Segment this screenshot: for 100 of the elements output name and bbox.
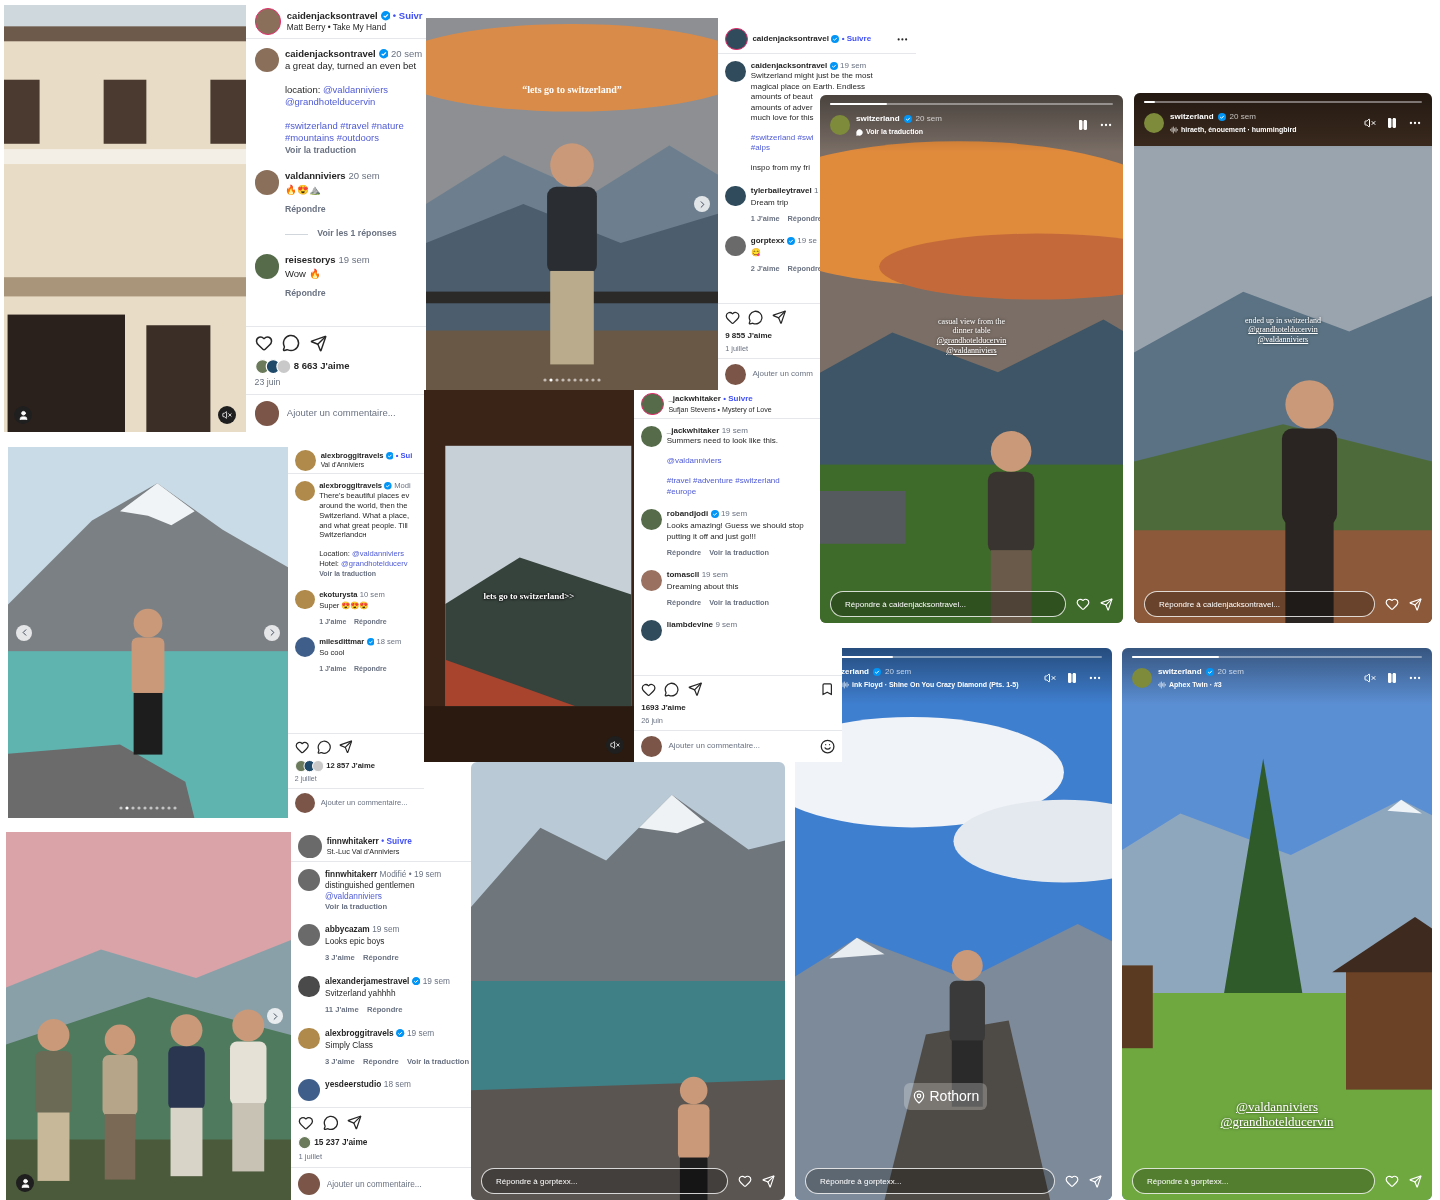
story-mention-link[interactable]: @valdanniviers <box>946 345 997 356</box>
avatar[interactable] <box>254 47 280 73</box>
follow-link[interactable]: • Suivre <box>723 394 753 405</box>
like-count[interactable]: 1693 J'aime <box>641 702 686 714</box>
translate-link[interactable]: Voir la traduction <box>284 144 357 156</box>
like-icon[interactable] <box>641 682 657 698</box>
avatar[interactable] <box>641 509 662 530</box>
caption-link[interactable]: @valdanniviers <box>666 456 722 467</box>
avatar[interactable] <box>298 1173 321 1195</box>
pause-icon[interactable] <box>1386 117 1398 130</box>
avatar[interactable] <box>254 170 280 195</box>
like-count[interactable]: 8 663 J'aime <box>293 360 350 373</box>
caption-username[interactable]: caidenjacksontravel <box>284 47 376 61</box>
mute-icon[interactable] <box>1044 672 1056 685</box>
avatar[interactable] <box>298 834 322 859</box>
comment-username[interactable]: tylerbaileytravel <box>750 185 812 197</box>
caption-link[interactable]: @valdanniviers <box>322 83 389 95</box>
like-count[interactable]: 15 237 J'aime <box>314 1137 368 1149</box>
caption-username[interactable]: caidenjacksontravel <box>750 61 828 72</box>
avatar[interactable] <box>298 975 321 998</box>
caption-link[interactable]: #switzerland #swi <box>750 132 814 144</box>
comment-action[interactable]: Répondre <box>284 287 326 300</box>
comment-icon[interactable] <box>748 310 764 326</box>
avatar[interactable] <box>254 254 280 279</box>
comment-username[interactable]: reisestorys <box>284 254 336 267</box>
avatar[interactable] <box>641 569 662 591</box>
comment-icon[interactable] <box>316 739 332 755</box>
post-username[interactable]: _jackwhitaker <box>668 394 721 405</box>
caption-link[interactable]: #travel #adventure #switzerland <box>666 476 780 487</box>
reply-field[interactable]: Répondre à gorptexx... <box>481 1168 728 1194</box>
avatar[interactable] <box>254 401 280 426</box>
share-icon[interactable] <box>309 334 327 352</box>
comment-field[interactable]: Ajouter un commentaire... <box>668 741 773 752</box>
like-icon[interactable] <box>1076 597 1090 611</box>
comment-username[interactable]: gorptexx <box>750 235 785 246</box>
avatar[interactable] <box>641 426 662 447</box>
story-mention-link[interactable]: @grandhotelducervin <box>1248 325 1318 335</box>
story-mention-link[interactable]: @valdanniviers <box>1257 334 1309 345</box>
like-icon[interactable] <box>738 1174 752 1188</box>
caption-link[interactable]: @valdanniviers <box>325 890 382 902</box>
caption-username[interactable]: _jackwhitaker <box>666 426 720 437</box>
bookmark-icon[interactable] <box>820 682 835 697</box>
avatar[interactable] <box>294 637 315 657</box>
location-sticker[interactable]: Rothorn <box>903 1083 988 1110</box>
like-icon[interactable] <box>254 334 273 353</box>
like-icon[interactable] <box>294 739 310 755</box>
comment-username[interactable]: yesdeerstudio <box>325 1079 382 1091</box>
comment-field[interactable]: Ajouter un commentaire... <box>326 1178 435 1190</box>
comment-field[interactable]: Ajouter un comm <box>752 369 817 380</box>
share-icon[interactable] <box>346 1115 362 1130</box>
avatar[interactable] <box>641 619 662 641</box>
comment-icon[interactable] <box>282 334 301 353</box>
pause-icon[interactable] <box>1066 672 1078 685</box>
avatar[interactable] <box>298 869 321 891</box>
caption-link[interactable]: #europe <box>666 486 697 498</box>
comment-username[interactable]: valdanniviers <box>284 170 346 183</box>
story-username[interactable]: zerland <box>841 666 869 678</box>
avatar[interactable] <box>298 924 321 946</box>
story-username[interactable]: switzerland <box>1158 666 1202 678</box>
comment-icon[interactable] <box>664 682 680 698</box>
story-mention-link[interactable]: @grandhotelducervin <box>936 335 1007 346</box>
avatar[interactable] <box>641 392 664 416</box>
share-icon[interactable] <box>771 310 786 325</box>
follow-link[interactable]: • Suivre <box>381 836 412 848</box>
comment-username[interactable]: abbycazam <box>325 924 370 935</box>
avatar[interactable] <box>725 364 746 385</box>
avatar[interactable] <box>725 27 748 51</box>
like-icon[interactable] <box>725 310 741 326</box>
caption-link[interactable]: @grandhotelducervin <box>284 96 376 109</box>
avatar[interactable] <box>254 8 282 35</box>
share-icon[interactable] <box>338 740 353 754</box>
emoji-icon[interactable] <box>819 738 835 755</box>
like-count[interactable]: 9 855 J'aime <box>725 330 772 342</box>
comment-username[interactable]: robandjodi <box>666 509 709 520</box>
comment-username[interactable]: alexanderjamestravel <box>325 975 410 987</box>
follow-link[interactable]: • Suivre <box>841 33 872 45</box>
caption-link[interactable]: #switzerland #travel #nature <box>284 119 404 133</box>
post-username[interactable]: caidenjacksontravel <box>752 33 829 45</box>
avatar[interactable] <box>298 1079 321 1101</box>
reply-field[interactable]: Répondre à gorptexx... <box>805 1168 1055 1194</box>
comment-icon[interactable] <box>322 1114 339 1131</box>
avatar[interactable] <box>641 736 662 757</box>
comment-username[interactable]: alexbroggitravels <box>325 1027 394 1039</box>
view-replies-link[interactable]: Voir les 1 réponses <box>317 228 397 240</box>
story-username[interactable]: switzerland <box>1170 111 1214 123</box>
pause-icon[interactable] <box>1077 119 1089 132</box>
follow-link[interactable]: • Suivr <box>392 10 423 23</box>
reply-field[interactable]: Répondre à caidenjacksontravel... <box>1144 591 1375 617</box>
post-username[interactable]: finnwhitakerr <box>326 836 379 848</box>
comment-username[interactable]: tomascll <box>666 569 700 581</box>
like-icon[interactable] <box>298 1114 315 1131</box>
comment-username[interactable]: liambdevine <box>666 619 714 631</box>
caption-link[interactable]: #alps <box>750 143 770 154</box>
comment-action[interactable]: Répondre <box>284 203 326 216</box>
story-username[interactable]: switzerland <box>856 113 900 125</box>
comment-field[interactable]: Ajouter un commentaire... <box>286 407 411 420</box>
caption-link[interactable]: #mountains #outdoors <box>284 132 379 145</box>
reply-field[interactable]: Répondre à gorptexx... <box>1132 1168 1375 1194</box>
avatar[interactable] <box>294 793 315 814</box>
share-icon[interactable] <box>687 682 702 697</box>
